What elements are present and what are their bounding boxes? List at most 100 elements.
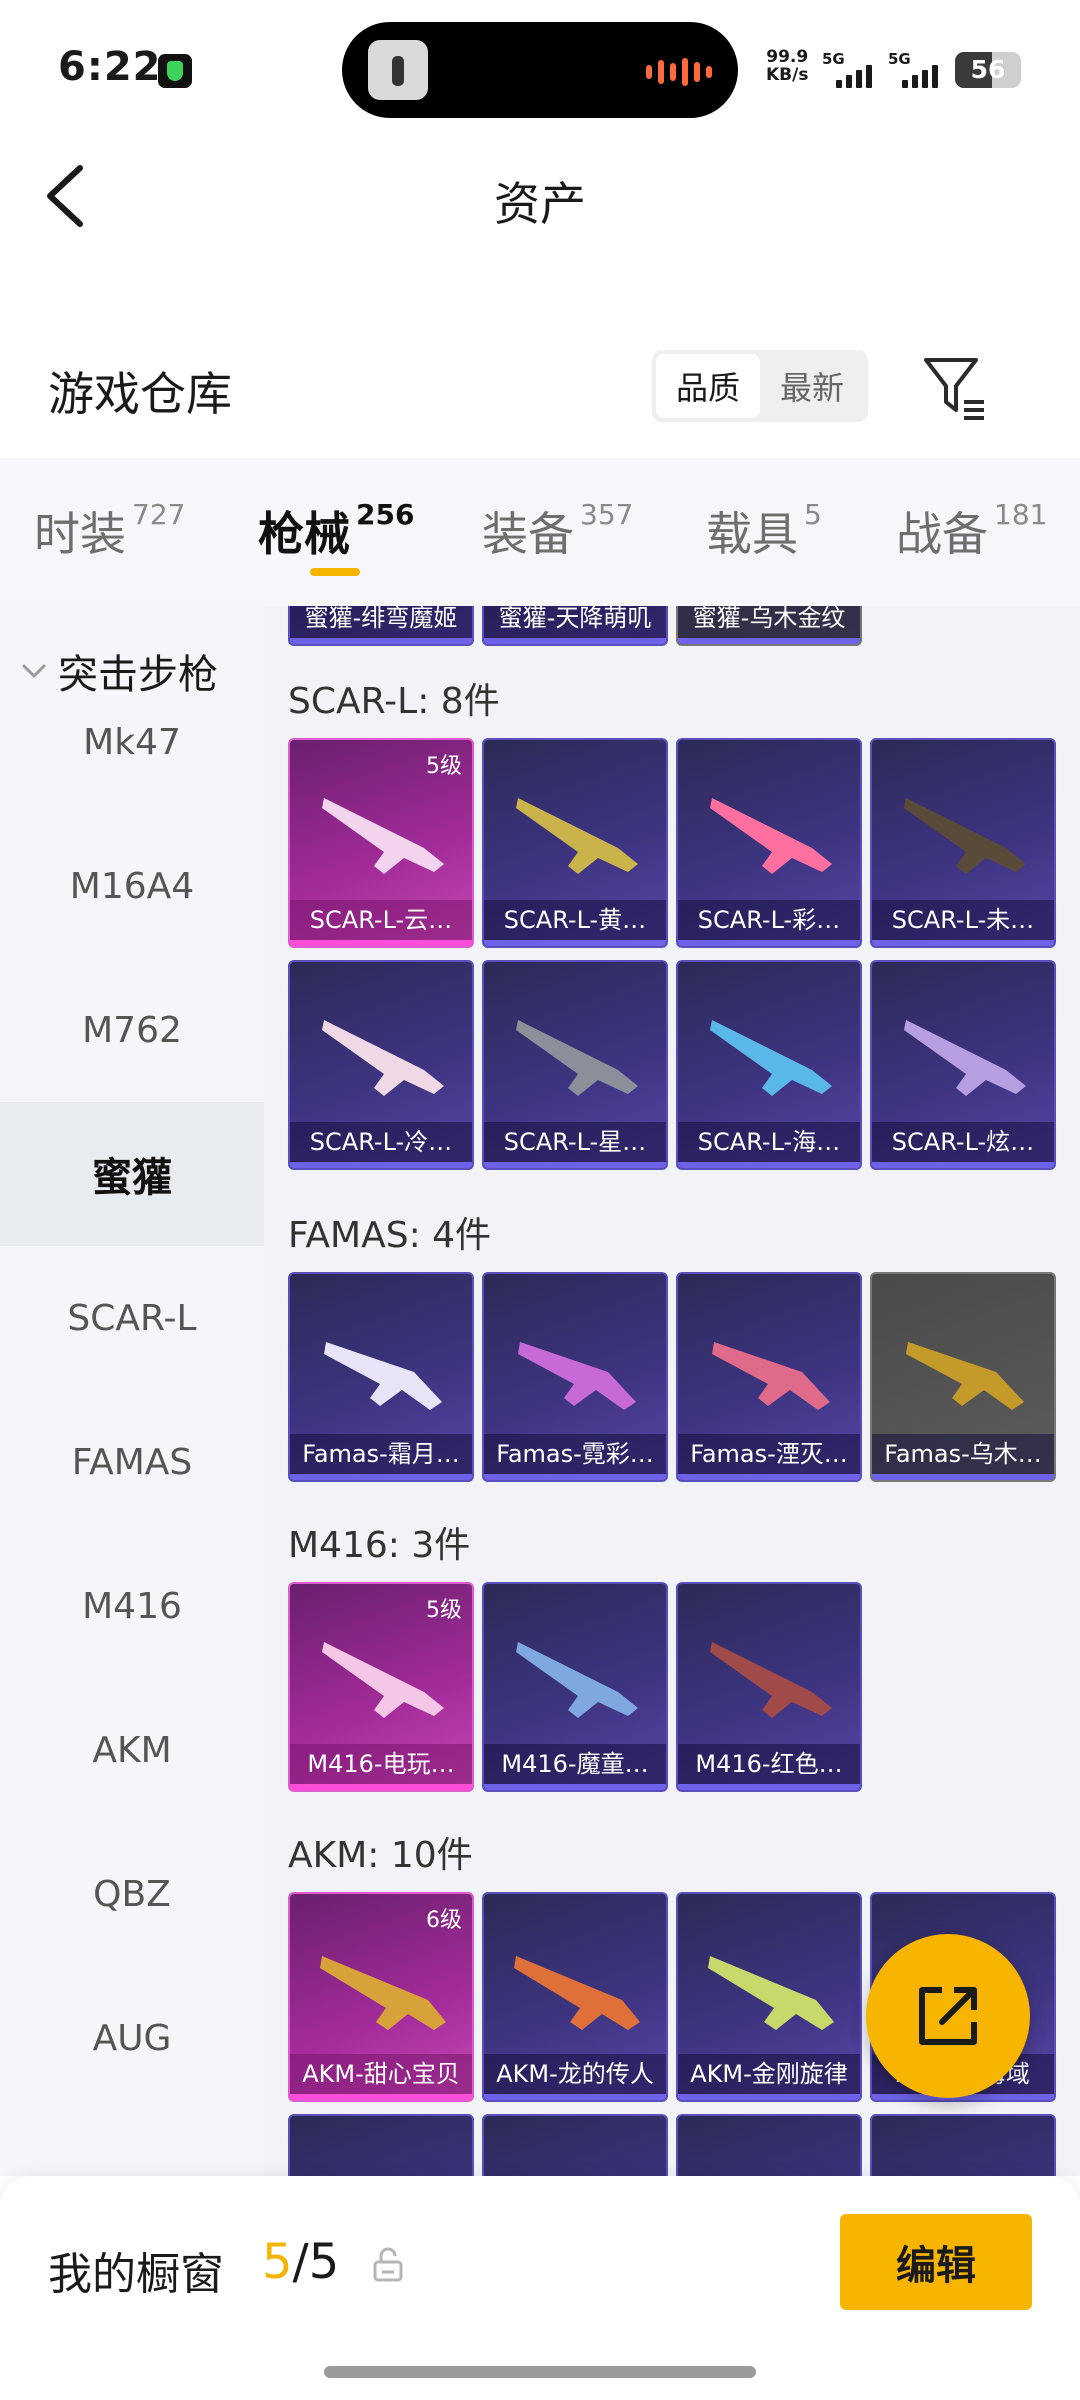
page-title: 资产 [494,177,586,231]
weapon-name: AKM-龙的传人 [484,2054,666,2094]
weapon-card[interactable]: 5级 M416-电玩… [288,1582,474,1792]
tab-supplies[interactable]: 战备 181 [896,498,1047,564]
weapon-card[interactable]: AKM-金刚旋律 [676,1892,862,2102]
weapon-card[interactable]: SCAR-L-黄… [482,738,668,948]
group-header-scar-l: SCAR-L: 8件 [288,681,500,722]
weapon-card[interactable]: SCAR-L-海… [676,960,862,1170]
weapon-card[interactable] [870,2114,1056,2176]
showcase-label: 我的橱窗 [48,2249,224,2300]
sidebar-item-aug[interactable]: AUG [0,1966,264,2110]
rifle-icon [324,1342,442,1410]
net-speed-unit: KB/s [766,65,809,85]
showcase-count: 5/5 [262,2234,339,2290]
net-speed-value: 99.9 [766,47,809,67]
weapon-name: SCAR-L-炫… [872,1122,1054,1162]
rifle-icon [710,798,832,874]
weapon-name: SCAR-L-冷… [290,1122,472,1162]
share-icon [919,1987,977,2045]
rifle-icon [710,1642,832,1718]
sidebar-item-honey-badger[interactable]: 蜜獾 [0,1102,264,1246]
tab-label: 枪械 [258,507,350,561]
weapon-name: 蜜獾-乌木金纹 [678,606,860,638]
weapon-card[interactable] [288,2114,474,2176]
category-tabs: 时装 727 枪械 256 装备 357 载具 5 战备 181 [0,458,1080,606]
weapon-name: Famas-霓彩… [484,1434,666,1474]
weapon-card[interactable]: M416-红色… [676,1582,862,1792]
signal-icon: 5G [888,50,956,90]
filter-button[interactable] [920,352,990,422]
weapon-card[interactable]: Famas-湮灭… [676,1272,862,1482]
tab-label: 载具 [706,507,798,561]
group-header-famas: FAMAS: 4件 [288,1215,492,1256]
home-indicator[interactable] [324,2366,756,2378]
weapon-sidebar: 突击步枪 Mk47 M16A4 M762 蜜獾 SCAR-L FAMAS M41… [0,606,264,2176]
weapon-card[interactable]: SCAR-L-冷… [288,960,474,1170]
rifle-icon [516,1642,638,1718]
tab-label: 时装 [34,507,126,561]
signal-icon: 5G [822,50,890,90]
weapon-card[interactable]: 蜜獾-绯弯魔姬 [288,606,474,646]
weapon-name: Famas-乌木… [872,1434,1054,1474]
sidebar-item-scar-l[interactable]: SCAR-L [0,1246,264,1390]
tab-equipment[interactable]: 装备 357 [482,498,633,564]
weapon-card[interactable]: Famas-乌木… [870,1272,1056,1482]
sidebar-item-akm[interactable]: AKM [0,1678,264,1822]
tab-weapons[interactable]: 枪械 256 [258,498,414,564]
sort-newest-button[interactable]: 最新 [760,354,864,418]
weapon-card[interactable]: SCAR-L-彩… [676,738,862,948]
weapon-card[interactable]: 蜜獾-乌木金纹 [676,606,862,646]
sidebar-item-m416[interactable]: M416 [0,1534,264,1678]
weapon-name: Famas-湮灭… [678,1434,860,1474]
tab-vehicles[interactable]: 载具 5 [706,498,822,564]
tab-count: 357 [580,498,634,531]
tab-fashion[interactable]: 时装 727 [34,498,185,564]
audio-wave-icon [646,58,712,86]
sort-toggle: 品质 最新 [652,350,868,422]
weapon-card[interactable]: 6级 AKM-甜心宝贝 [288,1892,474,2102]
rifle-icon [710,1020,832,1096]
rifle-icon [906,1342,1024,1410]
weapon-card[interactable]: Famas-霜月… [288,1272,474,1482]
weapon-card[interactable]: SCAR-L-炫… [870,960,1056,1170]
share-button[interactable] [866,1934,1030,2098]
weapon-card[interactable] [482,2114,668,2176]
tab-count: 256 [356,498,415,531]
dynamic-island[interactable] [342,22,738,118]
weapon-card[interactable]: 蜜獾-天降萌叽 [482,606,668,646]
weapon-card[interactable]: SCAR-L-未… [870,738,1056,948]
sidebar-item-famas[interactable]: FAMAS [0,1390,264,1534]
sidebar-item-qbz[interactable]: QBZ [0,1822,264,1966]
edit-button[interactable]: 编辑 [840,2214,1032,2310]
weapon-name: SCAR-L-云… [290,900,472,940]
weapon-name: M416-红色… [678,1744,860,1784]
tab-label: 装备 [482,507,574,561]
weapon-card[interactable]: AKM-龙的传人 [482,1892,668,2102]
warehouse-title: 游戏仓库 [48,367,232,421]
sidebar-item-m16a4[interactable]: M16A4 [0,814,264,958]
weapon-name: Famas-霜月… [290,1434,472,1474]
group-header-m416: M416: 3件 [288,1525,471,1566]
sidebar-item-mk47[interactable]: Mk47 [0,670,264,814]
weapon-card[interactable]: M416-魔童… [482,1582,668,1792]
weapon-name: SCAR-L-星… [484,1122,666,1162]
rifle-icon [516,1020,638,1096]
rifle-icon [322,798,444,874]
weapon-card[interactable]: 5级 SCAR-L-云… [288,738,474,948]
weapon-name: AKM-金刚旋律 [678,2054,860,2094]
weapon-name: SCAR-L-海… [678,1122,860,1162]
tab-count: 5 [804,498,822,531]
lock-icon [373,2247,403,2282]
music-app-icon [158,54,192,88]
weapon-card[interactable]: Famas-霓彩… [482,1272,668,1482]
weapon-name: SCAR-L-黄… [484,900,666,940]
sidebar-item-m762[interactable]: M762 [0,958,264,1102]
weapon-card[interactable]: SCAR-L-星… [482,960,668,1170]
rifle-icon [904,1020,1026,1096]
showcase-separator: / [292,2234,309,2290]
weapon-card[interactable] [676,2114,862,2176]
active-tab-indicator [310,568,360,576]
weapon-name: M416-电玩… [290,1744,472,1784]
sort-quality-button[interactable]: 品质 [656,354,760,418]
rifle-icon [712,1342,830,1410]
status-time: 6:22 [58,44,162,90]
